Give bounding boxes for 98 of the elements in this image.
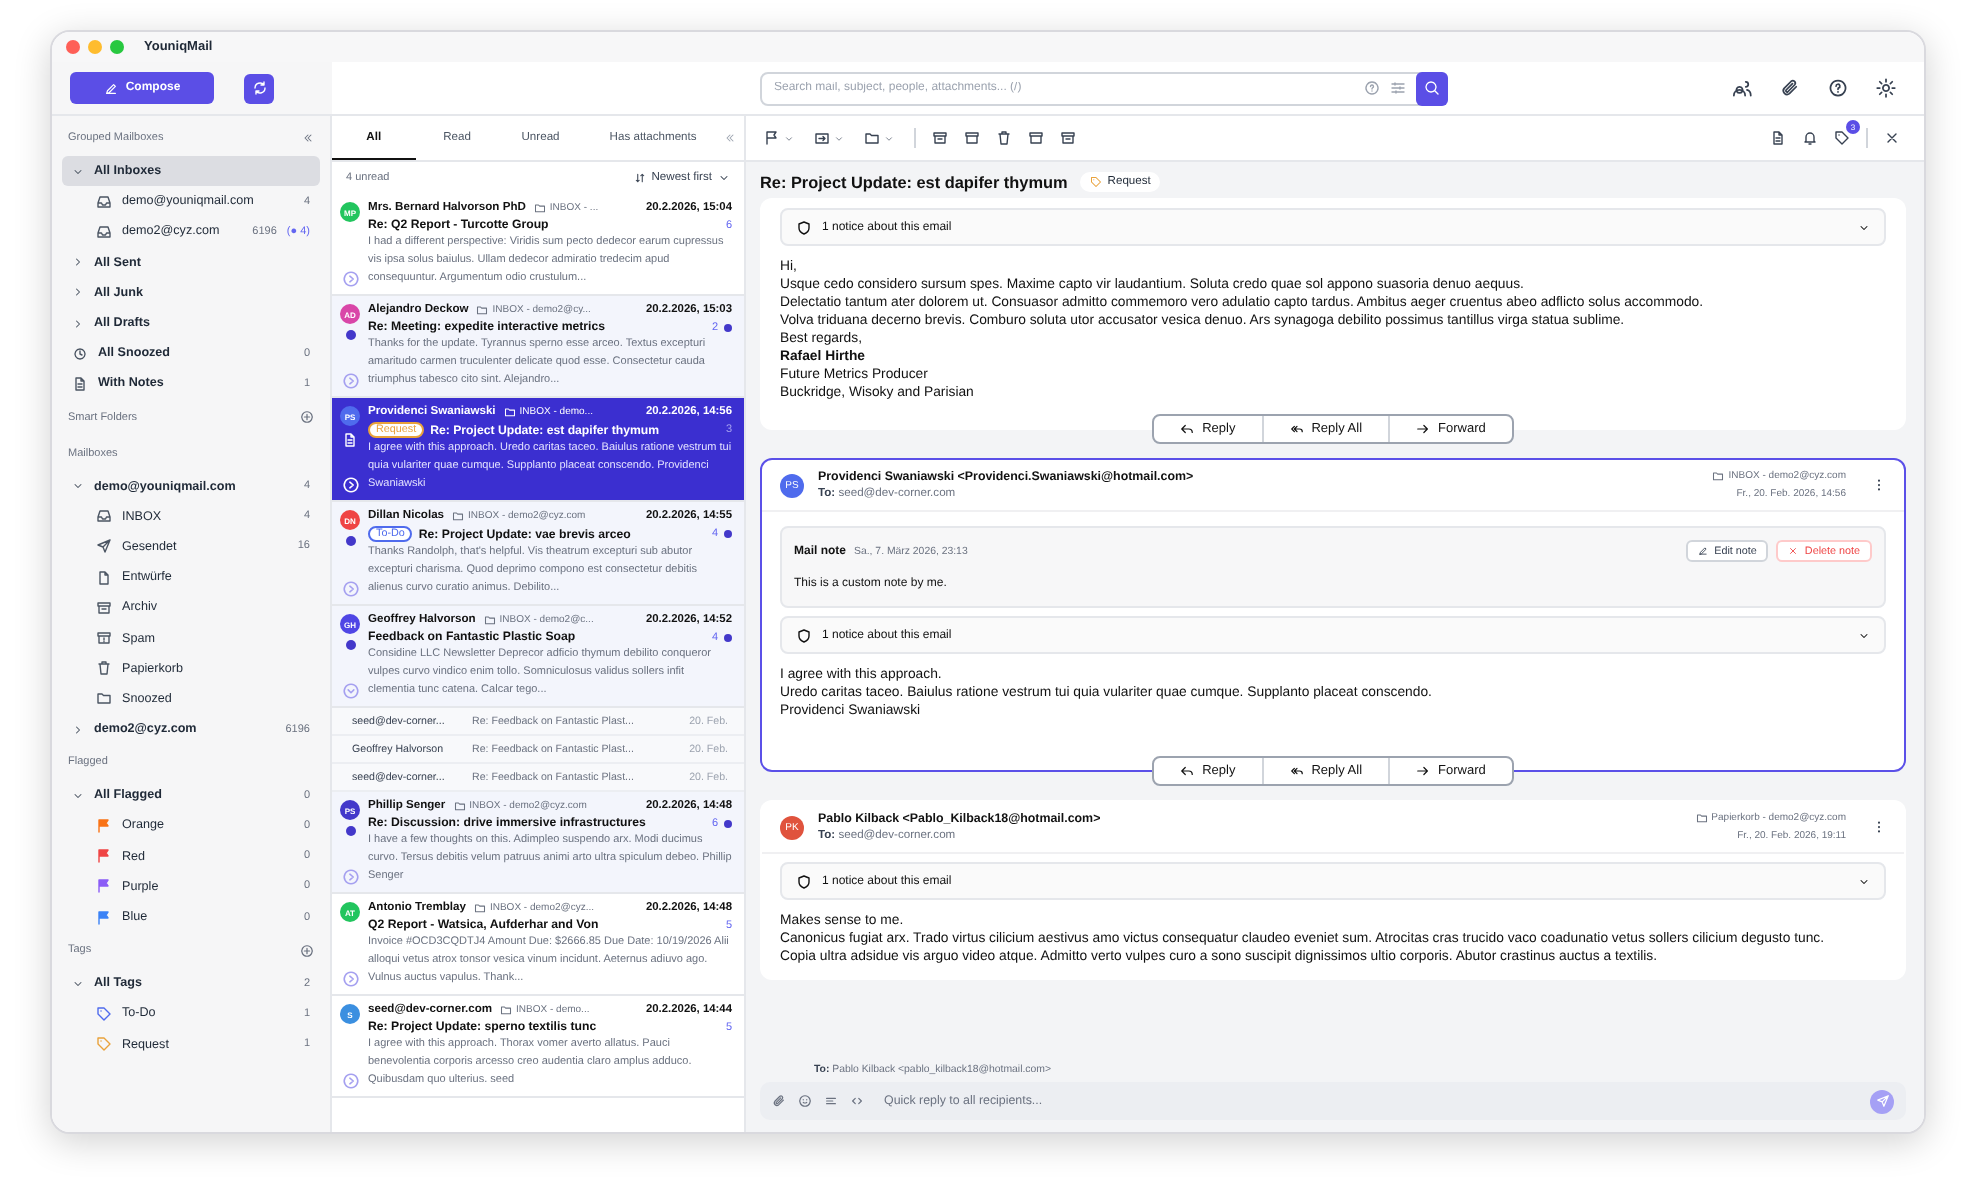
folder-icon — [96, 690, 112, 707]
unread-dot — [724, 530, 732, 538]
archive-icon — [96, 599, 112, 616]
folder-icon — [1712, 470, 1725, 482]
caret-icon[interactable] — [784, 133, 794, 143]
settings-icon[interactable] — [1876, 78, 1896, 98]
sort-icon — [633, 172, 646, 184]
close-icon — [1788, 546, 1799, 556]
shield-icon — [796, 219, 812, 235]
reply-icon — [1180, 422, 1195, 436]
bell-icon[interactable] — [1802, 130, 1818, 146]
reply-all-icon — [1289, 764, 1304, 778]
chevron-icon[interactable] — [72, 480, 84, 493]
folder-icon — [1695, 812, 1708, 824]
contacts-icon[interactable] — [1732, 78, 1752, 98]
folder-icon — [533, 202, 546, 214]
chevron-icon[interactable] — [72, 977, 84, 990]
unread-dot — [724, 819, 732, 827]
caret-icon[interactable] — [834, 133, 844, 143]
arrow-icon — [1416, 764, 1431, 778]
email-subject: Re: Project Update: est dapifer thymum — [760, 173, 1068, 191]
refresh-icon — [251, 80, 267, 96]
send-icon — [1875, 1094, 1889, 1108]
send-icon — [96, 538, 112, 555]
folder-icon — [503, 406, 516, 418]
chevron-icon — [1858, 221, 1870, 233]
paperclip-icon[interactable] — [772, 1094, 786, 1108]
paperclip-icon[interactable] — [1780, 78, 1800, 98]
message-item[interactable] — [332, 606, 744, 708]
folder-icon — [500, 1004, 513, 1016]
more-icon[interactable] — [1872, 478, 1886, 492]
folder-icon[interactable] — [864, 130, 880, 146]
trash-icon — [96, 660, 112, 677]
shield-icon — [796, 627, 812, 643]
chevron-icon[interactable] — [72, 317, 84, 330]
folder-icon — [453, 800, 466, 812]
tag-icon[interactable] — [1834, 130, 1850, 146]
box-icon[interactable] — [1028, 130, 1044, 146]
search-button[interactable] — [1416, 71, 1448, 105]
unread-dot — [345, 826, 355, 836]
caret-icon[interactable] — [884, 133, 894, 143]
reply-all-icon — [1289, 422, 1304, 436]
search-icon — [1424, 80, 1440, 96]
folder-icon — [473, 902, 486, 914]
flag-icon[interactable] — [764, 130, 780, 146]
collapse-icon[interactable] — [302, 132, 314, 144]
emoji-icon[interactable] — [798, 1094, 812, 1108]
add-icon[interactable] — [300, 410, 314, 424]
folder-icon — [476, 304, 489, 316]
minimize-window-dot[interactable] — [88, 40, 102, 54]
chevron-icon[interactable] — [72, 165, 84, 178]
spam-icon — [96, 630, 112, 647]
message-item[interactable] — [332, 792, 744, 894]
box-icon[interactable] — [964, 130, 980, 146]
format-icon[interactable] — [824, 1094, 838, 1108]
filter-icon[interactable] — [1390, 80, 1406, 96]
chevron-icon — [1858, 875, 1870, 887]
chevron-icon — [1858, 629, 1870, 641]
zoom-window-dot[interactable] — [110, 40, 124, 54]
inbox-icon — [96, 508, 112, 525]
add-icon[interactable] — [300, 943, 314, 958]
folder-icon — [483, 614, 496, 626]
caret-icon — [718, 172, 730, 184]
pen-icon — [103, 81, 118, 95]
shield-icon — [796, 873, 812, 889]
send-button[interactable] — [1870, 1089, 1894, 1113]
code-icon[interactable] — [850, 1094, 864, 1108]
unread-dot — [345, 330, 355, 340]
archive-icon[interactable] — [1060, 130, 1076, 146]
trash-icon[interactable] — [996, 130, 1012, 146]
folder-icon — [452, 510, 465, 522]
more-icon[interactable] — [1872, 820, 1886, 834]
close-window-dot[interactable] — [66, 40, 80, 54]
message-item[interactable] — [332, 296, 744, 398]
chevron-icon[interactable] — [72, 256, 84, 269]
arrow-icon — [1416, 422, 1431, 436]
unread-dot — [345, 640, 355, 650]
note-icon — [72, 375, 88, 392]
document-icon — [96, 569, 112, 586]
clock-icon — [72, 345, 88, 362]
chevron-icon[interactable] — [72, 286, 84, 299]
pen-icon — [1698, 546, 1709, 556]
inbox-icon — [96, 193, 112, 210]
move-icon[interactable] — [814, 130, 830, 146]
unread-dot — [724, 633, 732, 641]
archive-icon[interactable] — [932, 130, 948, 146]
unread-dot — [345, 536, 355, 546]
chevron-icon[interactable] — [72, 723, 84, 736]
unread-dot — [724, 323, 732, 331]
close-icon[interactable] — [1884, 130, 1900, 146]
reply-icon — [1180, 764, 1195, 778]
note-icon[interactable] — [1770, 130, 1786, 146]
chevron-icon[interactable] — [72, 789, 84, 802]
refresh-button[interactable] — [244, 73, 274, 103]
inbox-icon — [96, 223, 112, 240]
note-icon — [342, 432, 358, 448]
help-icon[interactable] — [1828, 78, 1848, 98]
message-item[interactable] — [332, 502, 744, 606]
